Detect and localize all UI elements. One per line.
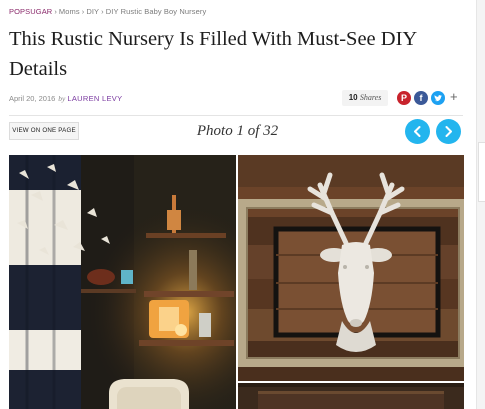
next-photo-button[interactable] (436, 119, 461, 144)
chevron-left-icon (414, 126, 421, 137)
gallery-photo-deer-head[interactable] (238, 155, 464, 381)
view-on-one-page-button[interactable]: VIEW ON ONE PAGE (9, 122, 79, 140)
facebook-icon[interactable]: f (414, 91, 428, 105)
breadcrumb-item-current[interactable]: DIY Rustic Baby Boy Nursery (106, 7, 207, 16)
share-count-label: Shares (359, 93, 382, 102)
breadcrumb-item-moms[interactable]: Moms (59, 7, 80, 16)
share-count-badge: 10 Shares (342, 90, 388, 106)
plus-icon[interactable]: + (450, 89, 458, 105)
right-sidebar (476, 0, 485, 409)
share-count: 10 (348, 93, 358, 102)
twitter-icon[interactable] (431, 91, 445, 105)
article-date: April 20, 2016 (9, 94, 56, 103)
author-link[interactable]: LAUREN LEVY (67, 94, 122, 103)
breadcrumb-item-popsugar[interactable]: POPSUGAR (9, 7, 52, 16)
next-photo-image (238, 383, 464, 409)
photo-counter: Photo 1 of 32 (196, 123, 279, 139)
deer-head-photo-image (238, 155, 464, 381)
chevron-right-icon (445, 126, 452, 137)
previous-photo-button[interactable] (405, 119, 430, 144)
breadcrumb-separator: › (54, 7, 57, 16)
breadcrumb-item-diy[interactable]: DIY (86, 7, 99, 16)
sidebar-card (478, 142, 485, 202)
nursery-photo-image (9, 155, 236, 409)
header-divider (9, 115, 463, 116)
article-title: This Rustic Nursery Is Filled With Must-… (9, 28, 417, 80)
gallery-photo-nursery[interactable] (9, 155, 236, 409)
article-meta: April 20, 2016 by LAUREN LEVY (9, 94, 122, 103)
breadcrumb: POPSUGAR › Moms › DIY › DIY Rustic Baby Boy Nu… (9, 7, 206, 16)
byline-word: by (58, 94, 66, 103)
gallery-photo-next[interactable] (238, 383, 464, 409)
breadcrumb-separator: › (101, 7, 104, 16)
pinterest-icon[interactable]: P (397, 91, 411, 105)
